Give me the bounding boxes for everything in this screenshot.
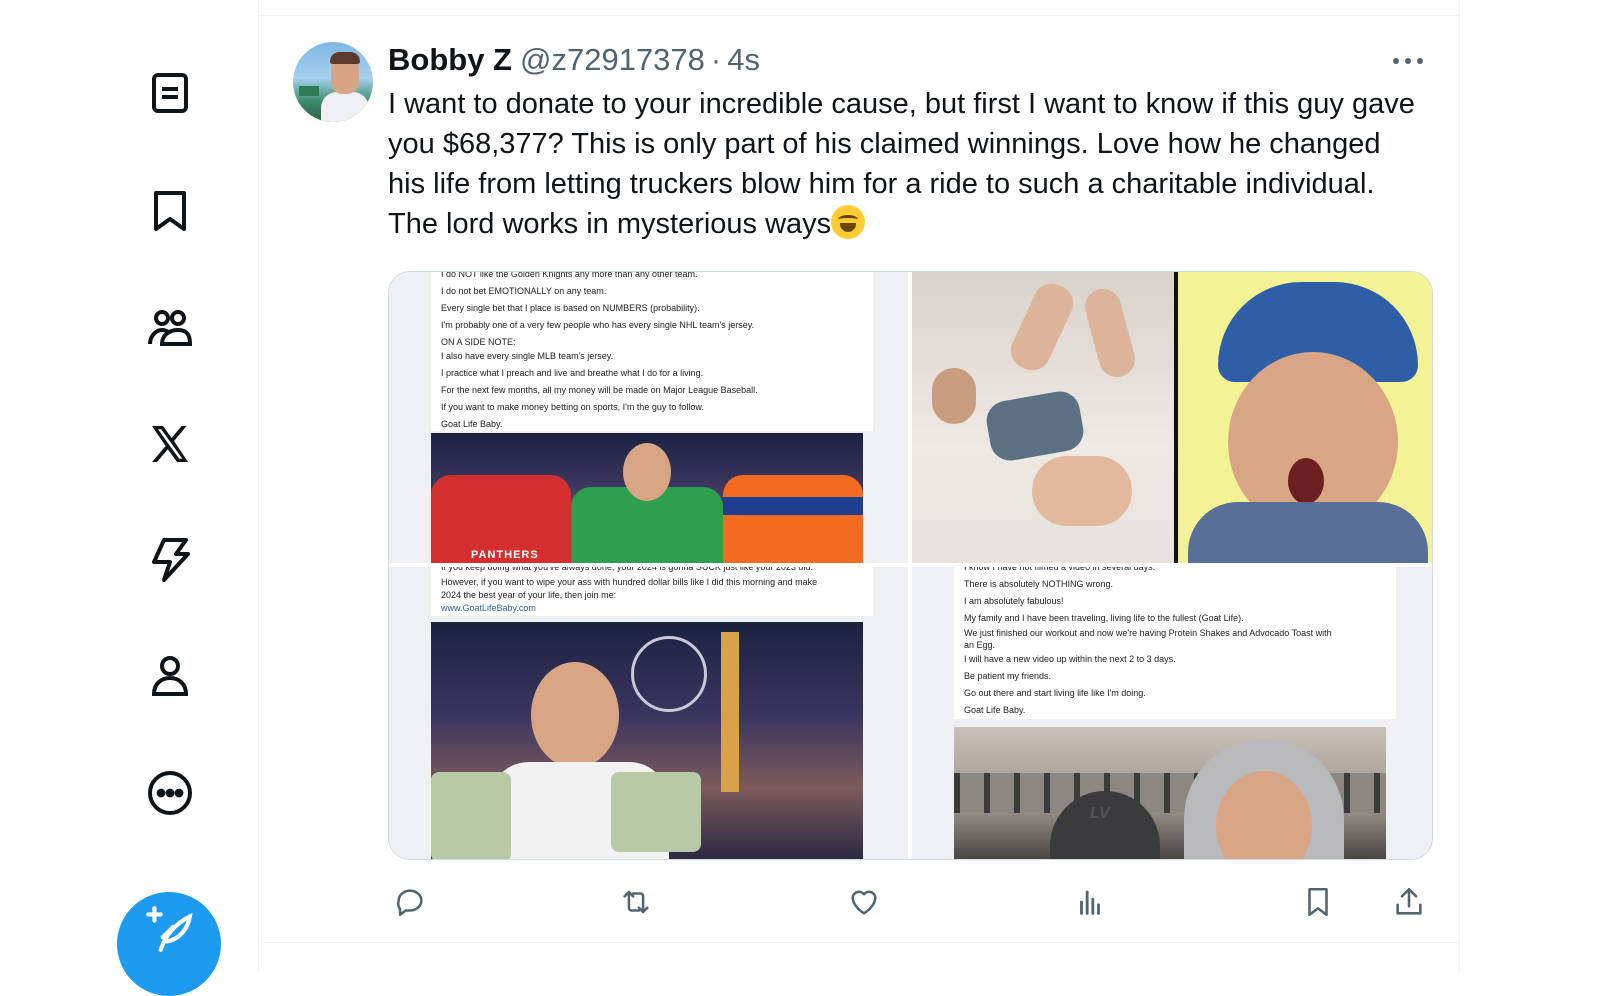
- text-line: I practice what I preach and live and br…: [441, 368, 704, 378]
- timestamp[interactable]: 4s: [727, 42, 760, 78]
- avatar[interactable]: [293, 42, 373, 122]
- text-line: ON A SIDE NOTE:: [441, 337, 516, 347]
- text-line: There is absolutely NOTHING wrong.: [964, 579, 1114, 589]
- text-line: My family and I have been traveling, liv…: [964, 613, 1244, 623]
- media-image-2[interactable]: [912, 272, 1432, 563]
- text-line: I'm probably one of a very few people wh…: [441, 320, 755, 330]
- text-line: I am absolutely fabulous!: [964, 596, 1064, 606]
- ellipsis-icon: [1393, 58, 1423, 64]
- views-icon[interactable]: [1068, 880, 1112, 924]
- cap-text: LV: [1090, 805, 1110, 822]
- gym-photo: LV: [954, 727, 1386, 859]
- share-icon[interactable]: [1387, 880, 1431, 924]
- media-image-4[interactable]: I know I have not filmed a video in seve…: [912, 567, 1432, 859]
- author-name[interactable]: Bobby Z: [388, 42, 512, 78]
- cash-photo: [431, 622, 863, 859]
- text-line: I also have every single MLB team's jers…: [441, 351, 614, 361]
- like-icon[interactable]: [842, 880, 886, 924]
- timeline-column: Bobby Z @z72917378 · 4s I want to donate…: [258, 0, 1460, 973]
- profile-icon[interactable]: [140, 646, 200, 706]
- text-line: I will have a new video up within the ne…: [964, 654, 1176, 664]
- compose-post-icon: [146, 906, 193, 952]
- text-line: Every single bet that I place is based o…: [441, 303, 700, 313]
- repost-icon[interactable]: [614, 880, 658, 924]
- post-screenshot-text: If you keep doing what you've always don…: [431, 567, 873, 616]
- text-line: Go out there and start living life like …: [964, 688, 1146, 698]
- reply-icon[interactable]: [388, 880, 432, 924]
- lists-icon[interactable]: [140, 63, 200, 123]
- post-screenshot-text: I know I have not filmed a video in seve…: [954, 567, 1396, 719]
- verified-orgs-icon[interactable]: [140, 530, 200, 590]
- person-face: [623, 443, 671, 501]
- text-line: an Egg.: [964, 640, 996, 650]
- x-logo-icon[interactable]: [140, 414, 200, 474]
- jerseys-photo: PANTHERS: [431, 433, 863, 563]
- text-line: Goat Life Baby.: [964, 705, 1026, 715]
- text-line: However, if you want to wipe your ass wi…: [441, 577, 818, 587]
- media-image-1[interactable]: I do NOT like the Golden Knights any mor…: [389, 272, 908, 563]
- text-line: I do NOT like the Golden Knights any mor…: [441, 272, 698, 279]
- text-line: 2024 the best year of your life, then jo…: [441, 590, 617, 600]
- bookmarks-icon[interactable]: [140, 181, 200, 241]
- text-line: I do not bet EMOTIONALLY on any team.: [441, 286, 607, 296]
- compose-post-button[interactable]: [117, 892, 221, 996]
- collage-right-photo: [1178, 272, 1432, 563]
- tweet-actions: [388, 880, 1431, 924]
- orange-jersey: [723, 475, 863, 563]
- left-nav: [0, 0, 258, 996]
- jersey-text: PANTHERS: [471, 549, 539, 561]
- text-line: For the next few months, all my money wi…: [441, 385, 758, 395]
- post-screenshot-text: I do NOT like the Golden Knights any mor…: [431, 272, 873, 431]
- text-line: I know I have not filmed a video in seve…: [964, 567, 1156, 572]
- divider: [259, 942, 1459, 943]
- author-handle[interactable]: @z72917378: [520, 42, 705, 78]
- collage-left-photo: [912, 272, 1174, 563]
- divider: [259, 15, 1459, 16]
- separator-dot: ·: [710, 42, 722, 77]
- text-line: Goat Life Baby.: [441, 419, 503, 429]
- tweet-header: Bobby Z @z72917378 · 4s: [388, 42, 760, 78]
- website-link[interactable]: www.GoatLifeBaby.com: [441, 602, 873, 615]
- bookmark-icon[interactable]: [1296, 880, 1340, 924]
- text-line: If you keep doing what you've always don…: [441, 567, 813, 572]
- red-jersey: PANTHERS: [431, 475, 571, 563]
- media-image-3[interactable]: If you keep doing what you've always don…: [389, 567, 908, 859]
- communities-icon[interactable]: [140, 298, 200, 358]
- more-icon[interactable]: [140, 763, 200, 823]
- more-options-button[interactable]: [1388, 46, 1428, 76]
- text-line: If you want to make money betting on spo…: [441, 402, 704, 412]
- text-line: Be patient my friends.: [964, 671, 1052, 681]
- tweet-body: I want to donate to your incredible caus…: [388, 88, 1415, 240]
- text-line: We just finished our workout and now we'…: [964, 628, 1332, 638]
- tweet-text: I want to donate to your incredible caus…: [388, 84, 1418, 244]
- laughing-tears-emoji-icon: [831, 205, 866, 239]
- media-grid: I do NOT like the Golden Knights any mor…: [388, 271, 1433, 860]
